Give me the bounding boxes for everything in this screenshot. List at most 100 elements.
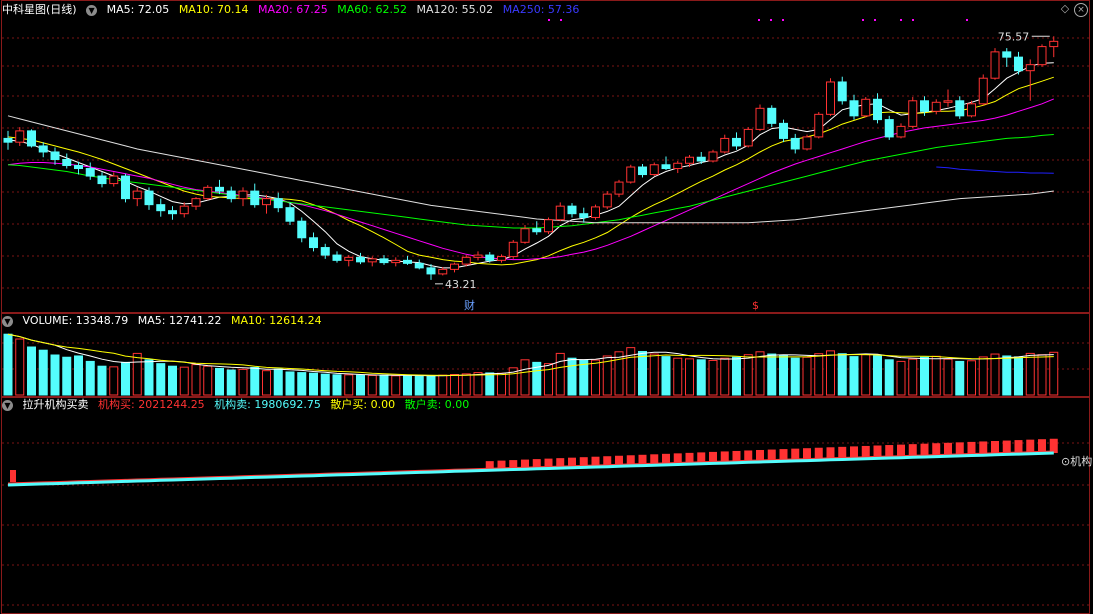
volume-bar-down xyxy=(426,375,436,396)
volume-bar-up xyxy=(391,375,401,396)
candle-down xyxy=(309,237,318,249)
volume-bar-down xyxy=(696,359,706,396)
volume-bar-up xyxy=(943,358,953,396)
volume-bar-down xyxy=(38,349,48,396)
volume-bar-up xyxy=(908,358,918,396)
volume-bar-down xyxy=(156,363,166,396)
volume-bar-down xyxy=(297,372,307,396)
volume-bar-up xyxy=(743,354,753,396)
candle-down xyxy=(485,254,495,261)
candle-down xyxy=(790,137,800,150)
volume-bar-down xyxy=(837,353,847,396)
volume-bar-up xyxy=(978,356,988,396)
event-dot xyxy=(782,19,784,21)
volume-bar-down xyxy=(285,371,295,396)
volume-bar-up xyxy=(203,365,213,396)
volume-bar-down xyxy=(849,356,859,396)
volume-bar-up xyxy=(179,366,189,396)
candle-down xyxy=(332,254,342,261)
volume-bar-up xyxy=(473,372,483,396)
buy-bar xyxy=(10,470,16,482)
low-price-label: 43.21 xyxy=(445,278,477,291)
institution-label: ⊙机构 xyxy=(1061,454,1092,468)
candle-up xyxy=(1025,64,1035,72)
candle-up xyxy=(673,162,683,170)
volume-bar-up xyxy=(555,352,565,396)
volume-bar-up xyxy=(344,374,354,396)
volume-bar-up xyxy=(896,360,906,396)
candle-down xyxy=(121,175,130,200)
candle-down xyxy=(414,262,424,269)
volume-bar-down xyxy=(955,360,965,396)
candle-down xyxy=(732,137,741,147)
candle-down xyxy=(27,130,36,147)
candle-up xyxy=(191,198,201,207)
candle-up xyxy=(15,130,25,143)
volume-bar-down xyxy=(1002,355,1012,396)
dollar-marker: $ xyxy=(752,299,759,312)
candle-up xyxy=(1049,40,1059,48)
volume-bar-up xyxy=(238,368,248,396)
candle-up xyxy=(238,190,248,200)
volume-bar-up xyxy=(450,374,459,396)
candle-down xyxy=(3,137,13,143)
volume-bar-down xyxy=(144,359,154,396)
candle-up xyxy=(520,228,530,243)
volume-bar-down xyxy=(3,333,13,396)
high-price-label: 75.57 xyxy=(998,30,1030,43)
volume-bar-up xyxy=(1037,354,1047,396)
volume-bar-up xyxy=(132,352,142,396)
candle-up xyxy=(344,256,354,261)
candle-up xyxy=(649,164,659,176)
volume-bar-up xyxy=(591,359,600,396)
volume-bar-up xyxy=(649,353,659,396)
candle-down xyxy=(85,168,95,177)
candle-up xyxy=(814,113,824,138)
candle-up xyxy=(461,256,471,265)
volume-bar-up xyxy=(1025,352,1035,396)
candle-up xyxy=(990,51,1000,79)
volume-bar-up xyxy=(438,374,448,396)
volume-bar-down xyxy=(1014,356,1023,396)
event-dot xyxy=(862,19,864,21)
volume-bar-down xyxy=(414,375,424,396)
candle-down xyxy=(356,256,365,263)
candle-down xyxy=(379,258,389,264)
event-dot xyxy=(758,19,760,21)
event-dot xyxy=(770,19,772,21)
volume-bar-up xyxy=(673,357,683,396)
candle-up xyxy=(508,241,518,258)
volume-bar-down xyxy=(273,368,283,396)
candle-down xyxy=(884,119,894,138)
candle-up xyxy=(978,77,988,105)
volume-bar-down xyxy=(320,373,330,396)
candle-down xyxy=(779,122,788,139)
volume-bar-up xyxy=(931,355,941,396)
volume-bar-down xyxy=(250,366,260,396)
candle-down xyxy=(920,100,929,112)
candle-up xyxy=(967,103,976,117)
volume-bar-down xyxy=(403,374,412,396)
volume-bar-down xyxy=(661,356,671,396)
volume-bar-up xyxy=(262,370,271,396)
candle-down xyxy=(62,158,72,167)
candle-up xyxy=(743,128,753,147)
candle-up xyxy=(908,100,918,127)
candle-down xyxy=(426,267,436,275)
candle-down xyxy=(226,190,236,200)
candle-up xyxy=(685,156,694,164)
volume-bar-up xyxy=(755,351,765,396)
ma-line-ma60 xyxy=(7,134,1054,229)
candle-down xyxy=(74,165,83,170)
event-dot xyxy=(966,19,968,21)
volume-bar-down xyxy=(97,365,107,396)
candle-up xyxy=(450,263,459,270)
candle-up xyxy=(109,175,119,185)
candle-down xyxy=(320,247,330,256)
inst-sell-line xyxy=(7,451,1054,487)
volume-bar-down xyxy=(50,354,60,396)
volume-bar-down xyxy=(62,356,72,396)
volume-bar-up xyxy=(802,356,812,396)
candle-up xyxy=(203,186,213,200)
volume-bar-down xyxy=(920,356,929,396)
